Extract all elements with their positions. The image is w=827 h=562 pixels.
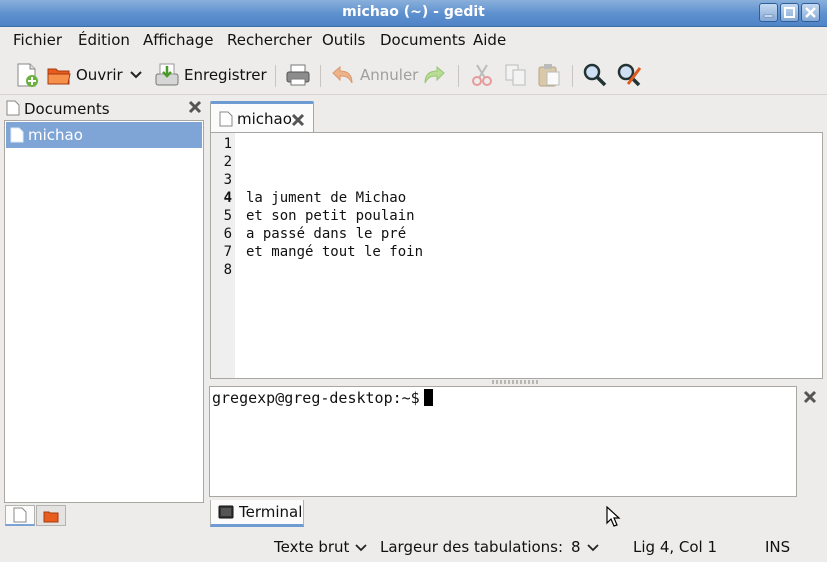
save-icon	[155, 63, 179, 86]
menu-bar: Fichier Édition Affichage Rechercher Out…	[0, 27, 827, 53]
documents-panel: michao	[4, 120, 204, 503]
side-panel-close-button[interactable]	[188, 100, 202, 118]
document-icon	[6, 100, 20, 116]
toolbar-separator	[320, 65, 321, 87]
status-bar: Texte brut Largeur des tabulations: 8 Li…	[0, 531, 827, 562]
line-number: 2	[223, 154, 232, 170]
open-label: Ouvrir	[76, 66, 123, 84]
terminal-prompt: gregexp@greg-desktop:~$	[212, 389, 420, 407]
document-list-item[interactable]: michao	[6, 122, 202, 148]
cursor-position: Lig 4, Col 1	[633, 538, 718, 556]
text-line: la jument de Michao	[246, 190, 407, 206]
close-icon	[805, 7, 816, 18]
copy-icon	[505, 64, 526, 86]
bottom-panel-close-button[interactable]	[803, 390, 817, 408]
side-panel-title: Documents	[24, 100, 110, 118]
document-tab-label: michao	[237, 110, 292, 128]
title-bar: michao (~) - gedit	[0, 0, 827, 27]
window-title: michao (~) - gedit	[342, 4, 485, 20]
search-button[interactable]	[582, 60, 608, 90]
file-browser-tab-icon	[43, 511, 59, 522]
terminal-cursor	[423, 389, 433, 406]
language-selector[interactable]: Texte brut	[274, 538, 368, 556]
undo-icon	[332, 65, 353, 84]
toolbar-separator	[458, 65, 459, 87]
maximize-icon	[784, 7, 795, 18]
chevron-down-icon	[586, 544, 599, 552]
line-number: 8	[223, 262, 232, 278]
chevron-down-icon	[355, 544, 368, 552]
toolbar-separator	[275, 65, 276, 87]
save-button[interactable]: Enregistrer	[154, 60, 267, 90]
documents-tab-icon	[13, 507, 27, 523]
cut-button[interactable]	[469, 60, 495, 90]
line-number-gutter: 1 2 3 4 5 6 7 8	[211, 133, 235, 378]
search-icon	[583, 63, 607, 87]
open-folder-icon	[47, 68, 71, 85]
line-number: 3	[223, 172, 232, 188]
menu-aide[interactable]: Aide	[473, 31, 506, 49]
text-editor[interactable]: 1 2 3 4 5 6 7 8 la jument de Michao et s…	[210, 132, 823, 379]
paste-button[interactable]	[536, 60, 562, 90]
search-replace-button[interactable]	[616, 60, 642, 90]
text-line: et son petit poulain	[246, 208, 415, 224]
search-replace-icon	[617, 63, 642, 87]
cut-icon	[472, 64, 492, 86]
new-document-icon	[17, 63, 38, 87]
mouse-pointer-icon	[606, 506, 621, 527]
open-recent-dropdown[interactable]	[129, 60, 143, 90]
document-list-item-label: michao	[28, 126, 83, 144]
copy-button[interactable]	[503, 60, 529, 90]
document-icon	[10, 127, 24, 143]
menu-edition[interactable]: Édition	[78, 31, 130, 49]
close-icon[interactable]	[291, 113, 305, 127]
insert-mode: INS	[765, 538, 791, 556]
undo-label: Annuler	[360, 66, 419, 84]
print-icon	[286, 64, 310, 86]
save-label: Enregistrer	[184, 66, 267, 84]
document-tab[interactable]: michao	[210, 101, 314, 133]
line-number-current: 4	[223, 190, 232, 206]
terminal-view[interactable]: gregexp@greg-desktop:~$	[209, 386, 797, 497]
open-button[interactable]: Ouvrir	[46, 60, 123, 90]
close-icon	[188, 100, 202, 114]
print-button[interactable]	[285, 60, 311, 90]
menu-affichage[interactable]: Affichage	[143, 31, 213, 49]
toolbar-separator	[572, 65, 573, 87]
documents-tab[interactable]	[5, 505, 35, 526]
tab-width-value: 8	[571, 538, 581, 556]
file-browser-tab[interactable]	[36, 505, 66, 526]
maximize-button[interactable]	[780, 3, 799, 22]
dropdown-arrow-icon	[130, 71, 142, 79]
minimize-icon	[763, 14, 774, 18]
line-number: 7	[223, 244, 232, 260]
terminal-tab-label: Terminal	[239, 503, 303, 521]
language-label: Texte brut	[274, 538, 350, 556]
paste-icon	[538, 64, 560, 87]
line-number: 6	[223, 226, 232, 242]
menu-outils[interactable]: Outils	[322, 31, 365, 49]
new-document-button[interactable]	[14, 60, 40, 90]
close-icon	[803, 390, 817, 404]
undo-button[interactable]: Annuler	[330, 60, 418, 90]
line-number: 1	[223, 136, 232, 152]
line-number: 5	[223, 208, 232, 224]
terminal-icon	[218, 505, 234, 519]
pane-resize-handle[interactable]	[492, 380, 538, 384]
text-line: a passé dans le pré	[246, 226, 407, 242]
menu-fichier[interactable]: Fichier	[13, 31, 62, 49]
terminal-tab[interactable]: Terminal	[210, 500, 304, 527]
redo-icon	[424, 65, 445, 84]
text-line: et mangé tout le foin	[246, 244, 424, 260]
terminal-prompt-line: gregexp@greg-desktop:~$	[212, 389, 433, 407]
minimize-button[interactable]	[759, 3, 778, 22]
document-icon	[219, 111, 233, 127]
tab-width-selector[interactable]: Largeur des tabulations: 8	[380, 538, 599, 556]
close-window-button[interactable]	[801, 3, 820, 22]
menu-documents[interactable]: Documents	[380, 31, 466, 49]
tab-width-label: Largeur des tabulations:	[380, 538, 564, 556]
toolbar: Ouvrir Enregistrer Annuler	[0, 55, 827, 95]
redo-button[interactable]	[421, 60, 447, 90]
menu-rechercher[interactable]: Rechercher	[227, 31, 312, 49]
